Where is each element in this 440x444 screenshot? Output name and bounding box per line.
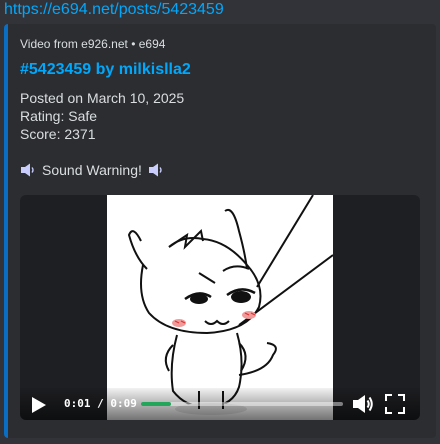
video-time-display: 0:01 / 0:09 xyxy=(64,397,137,410)
speaker-icon xyxy=(21,163,34,177)
video-player[interactable]: 0:01 / 0:09 xyxy=(20,195,420,420)
embed-provider: Video from e926.net • e694 xyxy=(20,37,166,51)
score-text: Score: 2371 xyxy=(20,126,96,142)
fullscreen-icon[interactable] xyxy=(385,394,405,414)
embed-title-link[interactable]: #5423459 by milkislla2 xyxy=(20,60,191,80)
play-icon[interactable] xyxy=(28,395,48,415)
volume-icon[interactable] xyxy=(352,394,374,414)
link-embed: Video from e926.net • e694 #5423459 by m… xyxy=(4,24,436,438)
video-progress-bar[interactable] xyxy=(141,402,343,406)
video-controls: 0:01 / 0:09 xyxy=(20,388,420,420)
video-frame[interactable] xyxy=(107,195,334,420)
sound-warning: Sound Warning! xyxy=(20,161,164,179)
sound-warning-text: Sound Warning! xyxy=(42,162,142,178)
embed-description: Posted on March 10, 2025 Rating: Safe Sc… xyxy=(20,89,184,143)
speaker-icon xyxy=(148,163,162,177)
message-link[interactable]: https://e694.net/posts/5423459 xyxy=(4,0,224,20)
rating-text: Rating: Safe xyxy=(20,108,98,124)
embed-accent-bar xyxy=(4,24,8,438)
cat-character-illustration xyxy=(127,195,334,415)
posted-date: Posted on March 10, 2025 xyxy=(20,90,185,106)
video-progress-fill xyxy=(141,402,172,406)
